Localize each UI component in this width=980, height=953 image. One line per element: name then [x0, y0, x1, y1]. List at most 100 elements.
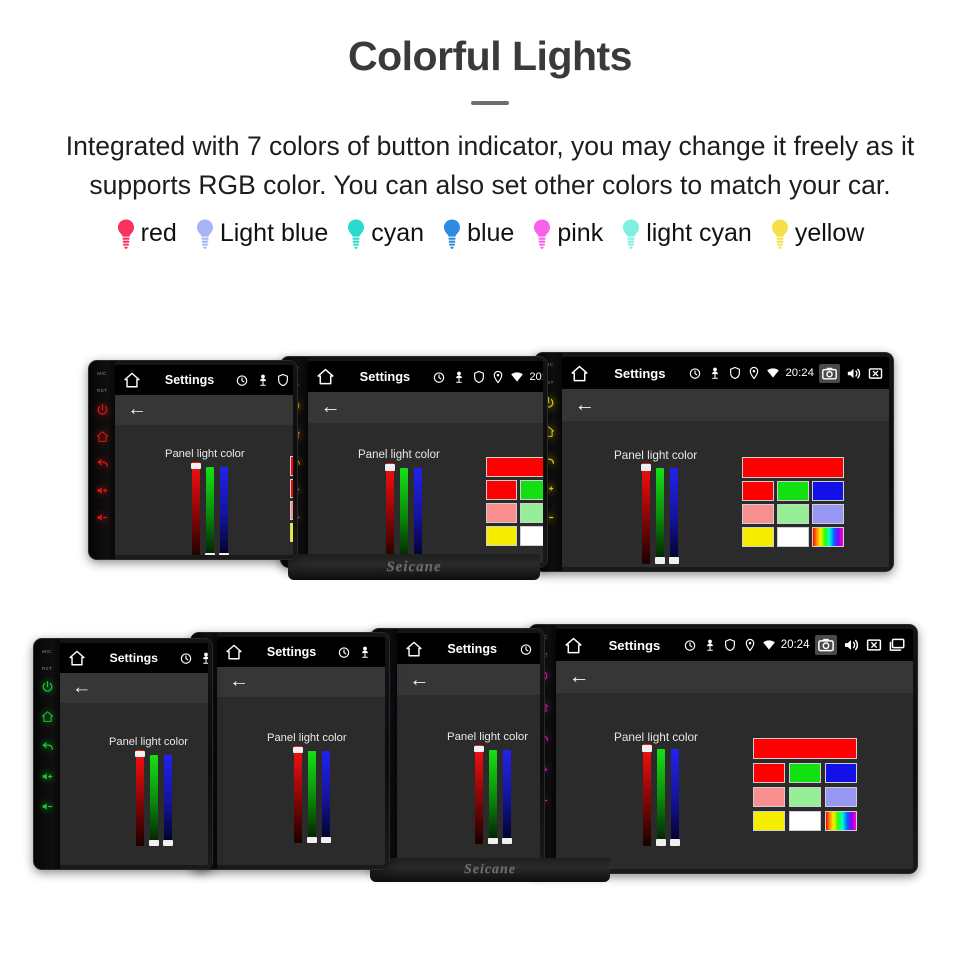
location-icon[interactable]: [491, 370, 505, 384]
green-slider-thumb[interactable]: [149, 840, 159, 846]
color-swatch[interactable]: [777, 527, 809, 547]
green-slider-thumb[interactable]: [307, 837, 317, 843]
home-icon[interactable]: [68, 649, 86, 667]
close-box-icon[interactable]: [865, 636, 883, 654]
person-icon[interactable]: [358, 645, 372, 659]
red-slider-thumb[interactable]: [191, 463, 201, 469]
device-screen[interactable]: Settings ← Panel light color: [397, 633, 540, 867]
close-box-icon[interactable]: [867, 365, 884, 382]
blue-slider[interactable]: [414, 468, 422, 563]
green-slider-thumb[interactable]: [656, 839, 666, 846]
bezel-back-button[interactable]: [41, 740, 54, 753]
camera-icon[interactable]: [821, 365, 838, 382]
color-swatch[interactable]: [520, 480, 543, 500]
red-slider[interactable]: [643, 744, 651, 846]
color-swatch[interactable]: [753, 811, 785, 831]
red-slider-thumb[interactable]: [474, 746, 484, 752]
bezel-back-button[interactable]: [96, 457, 109, 470]
device-cyan[interactable]: MIC RST Settings ← Panel light color: [190, 632, 390, 870]
color-preview[interactable]: [486, 457, 543, 477]
color-swatch[interactable]: [520, 503, 543, 523]
recents-icon[interactable]: [888, 636, 906, 654]
green-slider-thumb[interactable]: [488, 838, 498, 844]
green-slider[interactable]: [657, 749, 665, 846]
color-swatch[interactable]: [520, 526, 543, 546]
shield-icon[interactable]: [728, 366, 742, 380]
color-swatch[interactable]: [486, 480, 517, 500]
clock-icon[interactable]: [432, 370, 446, 384]
home-icon[interactable]: [96, 430, 109, 443]
home-icon[interactable]: [316, 367, 335, 386]
blue-slider[interactable]: [220, 467, 228, 555]
blue-slider[interactable]: [164, 755, 172, 846]
device-magenta[interactable]: MIC RST Settings 20:24 ← Panel light: [528, 624, 918, 874]
color-swatch[interactable]: [753, 763, 785, 783]
person-icon[interactable]: [708, 366, 722, 380]
bezel-home-button[interactable]: [41, 710, 54, 723]
clock-icon[interactable]: [519, 642, 533, 656]
back-arrow-icon[interactable]: ←: [127, 399, 147, 420]
device-green[interactable]: MIC RST Settings ← Panel light color: [33, 638, 213, 870]
clock-icon[interactable]: [337, 645, 351, 659]
green-slider[interactable]: [308, 751, 316, 843]
color-swatch[interactable]: [789, 811, 821, 831]
clock-icon[interactable]: [519, 642, 533, 656]
green-slider[interactable]: [206, 467, 214, 555]
bezel-home-button[interactable]: [96, 430, 109, 443]
device-yellow[interactable]: MIC RST Settings 20:24 ← Panel light col…: [534, 352, 894, 572]
back-arrow-icon[interactable]: ←: [72, 678, 92, 698]
bezel-volume-up-button[interactable]: [96, 484, 109, 497]
device-blue[interactable]: MIC RST Settings ← Panel light color: [370, 628, 545, 872]
volume-down-icon[interactable]: [41, 800, 54, 813]
device-screen[interactable]: Settings ← Panel light color: [217, 637, 385, 865]
close-box-icon[interactable]: [867, 365, 884, 382]
person-icon[interactable]: [703, 638, 717, 652]
camera-icon[interactable]: [817, 636, 835, 654]
color-swatch[interactable]: [290, 501, 293, 520]
home-icon[interactable]: [41, 710, 54, 723]
color-swatch[interactable]: [753, 787, 785, 807]
back-arrow-icon[interactable]: ←: [569, 666, 590, 688]
camera-icon[interactable]: [819, 363, 841, 383]
home-icon[interactable]: [316, 367, 335, 386]
color-swatch[interactable]: [825, 787, 857, 807]
location-icon[interactable]: [743, 638, 757, 652]
power-icon[interactable]: [41, 680, 54, 693]
person-icon[interactable]: [256, 373, 270, 387]
red-slider[interactable]: [192, 462, 200, 555]
clock-icon[interactable]: [179, 651, 193, 665]
clock-icon[interactable]: [683, 638, 697, 652]
red-slider[interactable]: [386, 463, 394, 563]
clock-icon[interactable]: [179, 651, 193, 665]
home-icon[interactable]: [123, 371, 141, 389]
blue-slider-thumb[interactable]: [502, 838, 512, 844]
back-arrow-icon[interactable]: ←: [321, 397, 341, 418]
color-swatch[interactable]: [789, 787, 821, 807]
color-swatch[interactable]: [777, 504, 809, 524]
blue-slider[interactable]: [671, 749, 679, 846]
blue-slider-thumb[interactable]: [219, 553, 229, 555]
bezel-volume-up-button[interactable]: [41, 770, 54, 783]
volume-icon[interactable]: [842, 636, 860, 654]
blue-slider-thumb[interactable]: [163, 840, 173, 846]
power-icon[interactable]: [96, 403, 109, 416]
device-screen[interactable]: Settings ← Panel light color: [60, 643, 208, 865]
color-swatch[interactable]: [742, 504, 774, 524]
person-icon[interactable]: [539, 642, 540, 656]
back-arrow-icon[interactable]: ←: [409, 670, 429, 690]
device-orange[interactable]: MIC RST Settings 20:24 ← Panel light col…: [280, 356, 548, 568]
red-slider[interactable]: [294, 746, 302, 843]
color-swatch[interactable]: [486, 503, 517, 523]
bezel-power-button[interactable]: [96, 403, 109, 416]
green-slider[interactable]: [400, 468, 408, 563]
home-icon[interactable]: [564, 636, 583, 655]
blue-slider[interactable]: [503, 750, 511, 844]
back-icon[interactable]: [96, 457, 109, 470]
device-screen[interactable]: Settings 20:24 ← Panel light color: [562, 357, 889, 567]
home-icon[interactable]: [570, 364, 589, 383]
color-swatch[interactable]: [812, 527, 844, 547]
color-swatch[interactable]: [825, 811, 857, 831]
device-screen[interactable]: Settings ← Panel light color: [115, 365, 293, 555]
home-icon[interactable]: [564, 636, 583, 655]
recents-icon[interactable]: [888, 636, 906, 654]
